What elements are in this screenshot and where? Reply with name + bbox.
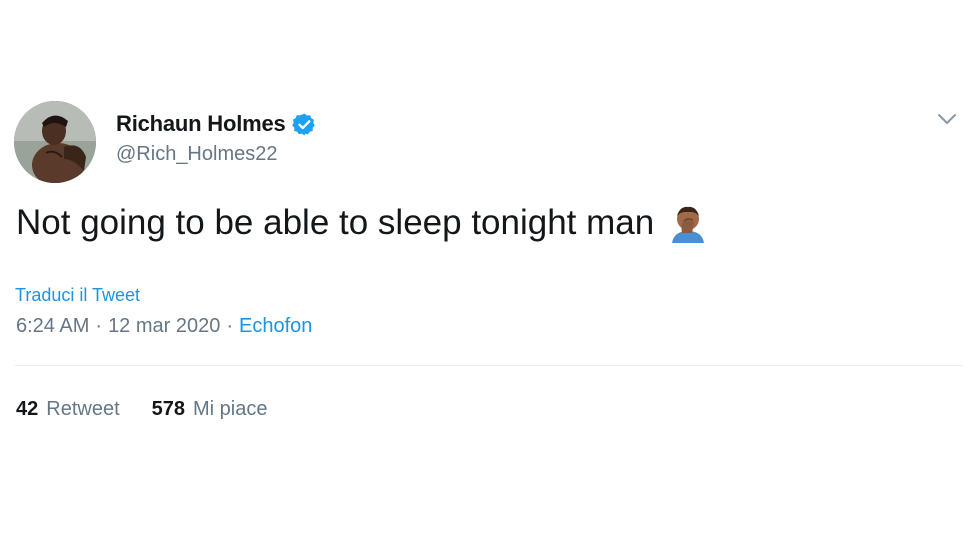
tweet-text: Not going to be able to sleep tonight ma… [16, 203, 655, 242]
author-handle[interactable]: @Rich_Holmes22 [116, 143, 277, 166]
profile-photo [14, 101, 96, 183]
translate-tweet-link[interactable]: Traduci il Tweet [15, 285, 140, 306]
tweet-metadata: 6:24 AM · 12 mar 2020 · Echofon [16, 315, 312, 338]
tweet-date[interactable]: 12 mar 2020 [108, 315, 220, 337]
retweet-count-value: 42 [16, 398, 39, 420]
display-name[interactable]: Richaun Holmes [116, 111, 286, 137]
tweet-card: Richaun Holmes @Rich_Holmes22 Not going … [0, 0, 978, 550]
verified-badge-icon [291, 112, 317, 137]
tweet-body: Not going to be able to sleep tonight ma… [16, 203, 708, 243]
facepalm-icon [668, 203, 708, 243]
author-name-row[interactable]: Richaun Holmes [116, 109, 317, 139]
tweet-stats: 42 Retweet 578 Mi piace [16, 398, 267, 421]
divider [15, 365, 963, 366]
avatar[interactable] [14, 101, 96, 183]
like-count[interactable]: 578 Mi piace [152, 398, 268, 421]
like-count-value: 578 [151, 398, 185, 420]
retweet-count[interactable]: 42 Retweet [16, 398, 120, 421]
retweet-count-label: Retweet [46, 398, 120, 420]
chevron-down-icon[interactable] [936, 110, 958, 128]
separator-dot: · [95, 315, 103, 337]
tweet-time[interactable]: 6:24 AM [16, 315, 89, 337]
like-count-label: Mi piace [193, 398, 268, 420]
separator-dot: · [226, 315, 234, 337]
tweet-source-link[interactable]: Echofon [239, 315, 312, 337]
